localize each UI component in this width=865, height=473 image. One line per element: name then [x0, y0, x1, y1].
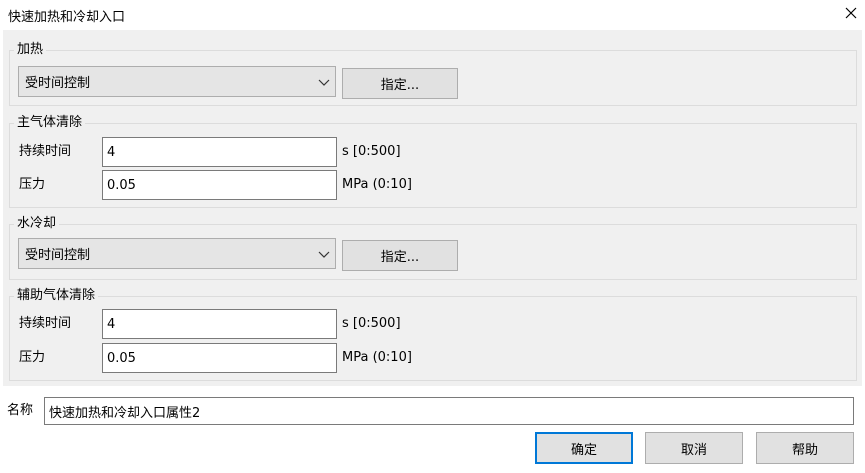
water-cooling-mode-select[interactable]: 受时间控制: [18, 238, 336, 269]
aux-duration-input[interactable]: [102, 309, 337, 339]
water-cooling-specify-button[interactable]: 指定...: [342, 240, 458, 271]
main-gas-purge-label: 主气体清除: [14, 115, 86, 131]
close-button[interactable]: [840, 2, 862, 24]
main-duration-input[interactable]: [102, 137, 337, 167]
heating-specify-button[interactable]: 指定...: [342, 68, 458, 99]
help-button[interactable]: 帮助: [756, 432, 854, 464]
cancel-button[interactable]: 取消: [645, 432, 743, 464]
close-icon: [845, 7, 857, 19]
aux-pressure-unit: MPa (0:10]: [342, 350, 412, 365]
cancel-label: 取消: [680, 442, 707, 458]
water-cooling-specify-label: 指定...: [380, 250, 420, 265]
help-label: 帮助: [791, 442, 818, 458]
aux-duration-label: 持续时间: [19, 316, 72, 331]
dialog-title: 快速加热和冷却入口: [8, 10, 126, 25]
chevron-down-icon: [318, 79, 330, 86]
water-cooling-label: 水冷却: [14, 216, 60, 232]
heating-mode-value: 受时间控制: [25, 76, 91, 91]
name-label: 名称: [7, 403, 34, 418]
heating-group-label: 加热: [14, 42, 47, 58]
ok-label: 确定: [570, 442, 597, 458]
main-duration-unit: s [0:500]: [342, 144, 401, 159]
aux-pressure-label: 压力: [19, 350, 46, 365]
aux-gas-purge-label: 辅助气体清除: [14, 288, 99, 304]
heating-specify-label: 指定...: [380, 78, 420, 93]
main-duration-label: 持续时间: [19, 144, 72, 159]
heating-mode-select[interactable]: 受时间控制: [18, 66, 336, 97]
main-pressure-label: 压力: [19, 177, 46, 192]
main-pressure-input[interactable]: [102, 170, 337, 200]
aux-pressure-input[interactable]: [102, 343, 337, 373]
chevron-down-icon: [318, 251, 330, 258]
aux-duration-unit: s [0:500]: [342, 316, 401, 331]
main-pressure-unit: MPa (0:10]: [342, 177, 412, 192]
water-cooling-mode-value: 受时间控制: [25, 248, 91, 263]
ok-button[interactable]: 确定: [535, 432, 633, 464]
name-input[interactable]: [44, 397, 854, 425]
